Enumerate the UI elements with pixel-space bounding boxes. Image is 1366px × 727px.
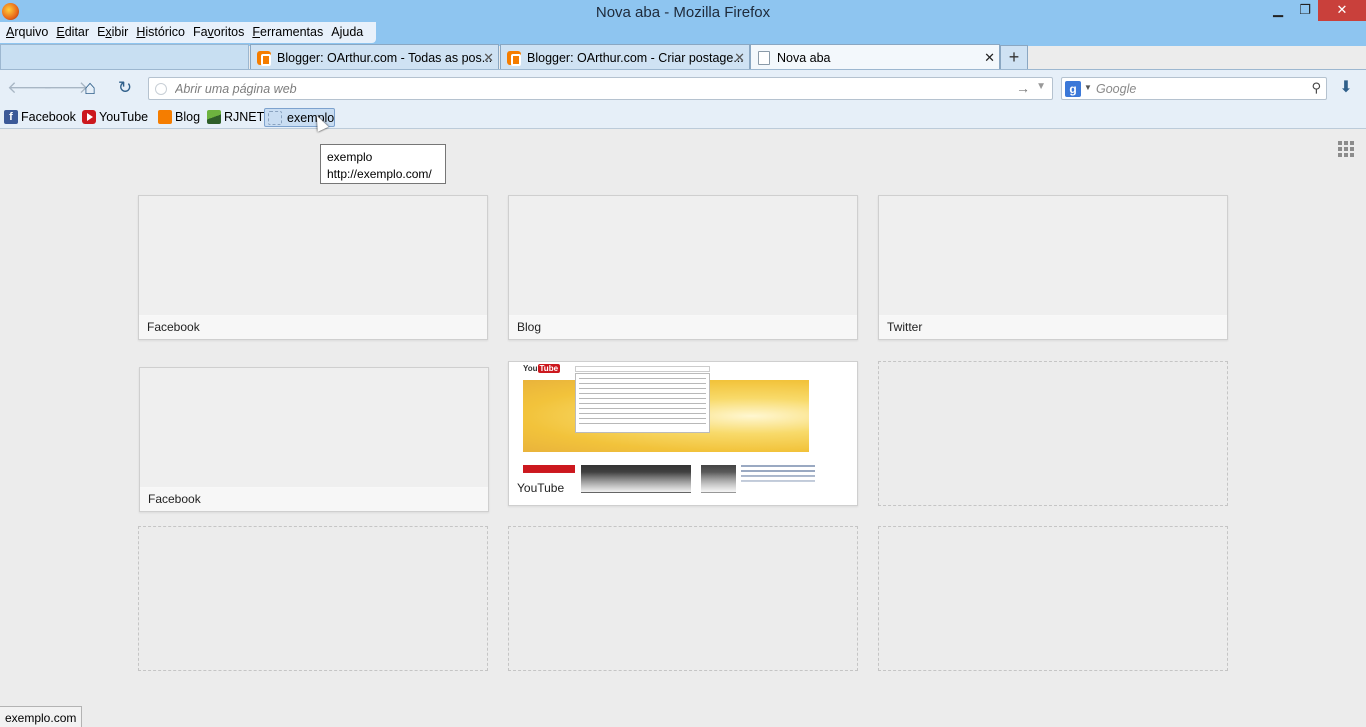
rjnet-icon <box>207 110 221 124</box>
tooltip-title: exemplo <box>327 150 373 164</box>
site-thumbnail <box>509 196 857 316</box>
url-input[interactable] <box>175 81 1005 97</box>
menu-arquivo[interactable]: Arquivo <box>2 22 52 43</box>
blogger-icon <box>257 51 271 66</box>
bookmarks-toolbar: f Facebook YouTube Blog RJNET exemplo <box>0 105 1366 129</box>
site-title: Blog <box>509 315 857 339</box>
search-icon[interactable]: ⚲ <box>1311 80 1321 96</box>
tab-label: Blogger: OArthur.com - Criar postage... <box>527 51 744 65</box>
close-icon[interactable]: ✕ <box>984 50 995 66</box>
tab-label: Blogger: OArthur.com - Todas as pos... <box>277 51 493 65</box>
empty-site-slot[interactable] <box>878 526 1228 671</box>
tab-blogger-posts[interactable]: Blogger: OArthur.com - Todas as pos... ✕ <box>250 44 499 70</box>
facebook-icon: f <box>4 110 18 124</box>
site-identity-icon[interactable] <box>155 83 167 95</box>
close-icon[interactable]: ✕ <box>734 50 745 66</box>
blogger-icon <box>158 110 172 124</box>
youtube-logo-icon: You Tube <box>523 364 561 373</box>
navigation-toolbar: 🡐 🡒 ⌂ ↻ → ▼ g ▼ ⚲ ⬇ <box>0 69 1366 105</box>
site-tile[interactable]: Twitter <box>878 195 1228 340</box>
new-tab-button[interactable]: + <box>1000 45 1028 69</box>
youtube-search-field-icon <box>575 366 710 372</box>
bookmark-tooltip: exemplo http://exemplo.com/ <box>320 144 446 184</box>
site-tile[interactable]: Facebook <box>139 367 489 512</box>
google-engine-icon[interactable]: g <box>1065 81 1081 97</box>
tab-blogger-new-post[interactable]: Blogger: OArthur.com - Criar postage... … <box>500 44 750 70</box>
menu-historico[interactable]: Histórico <box>132 22 189 43</box>
site-title: Facebook <box>139 315 487 339</box>
reload-button[interactable]: ↻ <box>114 77 136 99</box>
tab-strip-spacer <box>0 44 249 69</box>
search-bar[interactable]: g ▼ ⚲ <box>1061 77 1327 100</box>
back-button[interactable]: 🡐 <box>7 77 53 99</box>
site-tile[interactable]: You Tube YouTube <box>508 361 858 506</box>
site-tile[interactable]: Blog <box>508 195 858 340</box>
menu-ajuda[interactable]: Ajuda <box>327 22 367 43</box>
tooltip-url: http://exemplo.com/ <box>327 167 432 181</box>
youtube-suggestions-icon <box>575 373 710 433</box>
youtube-icon <box>82 110 96 124</box>
site-title: Facebook <box>140 487 488 511</box>
blank-page-icon <box>268 111 282 125</box>
search-input[interactable] <box>1096 81 1296 97</box>
site-title: Twitter <box>879 315 1227 339</box>
url-history-dropdown-icon[interactable]: ▼ <box>1036 81 1046 92</box>
bookmark-rjnet[interactable]: RJNET <box>204 108 267 127</box>
tab-label: Nova aba <box>777 51 831 65</box>
site-thumbnail <box>139 196 487 316</box>
site-thumbnail <box>140 368 488 488</box>
downloads-button[interactable]: ⬇ <box>1336 77 1356 99</box>
window-title: Nova aba - Mozilla Firefox <box>595 4 771 21</box>
empty-site-slot[interactable] <box>138 526 488 671</box>
site-title: YouTube <box>517 481 565 495</box>
forward-button[interactable]: 🡒 <box>43 77 89 99</box>
close-window-button[interactable]: ✕ <box>1318 0 1366 21</box>
menu-exibir[interactable]: Exibir <box>93 22 132 43</box>
site-tile[interactable]: Facebook <box>138 195 488 340</box>
home-button[interactable]: ⌂ <box>79 77 101 99</box>
status-bar: exemplo.com <box>0 706 83 727</box>
minimize-button[interactable]: ▁ <box>1264 0 1292 21</box>
menu-editar[interactable]: Editar <box>52 22 93 43</box>
site-thumbnail <box>879 196 1227 316</box>
empty-site-slot[interactable] <box>878 361 1228 506</box>
close-icon[interactable]: ✕ <box>483 50 494 66</box>
blogger-icon <box>507 51 521 66</box>
engine-dropdown-icon[interactable]: ▼ <box>1084 83 1092 92</box>
bookmark-blog[interactable]: Blog <box>155 108 203 127</box>
restore-button[interactable]: ❐ <box>1292 0 1318 21</box>
grid-toggle-icon[interactable] <box>1338 141 1354 157</box>
bookmark-youtube[interactable]: YouTube <box>79 108 151 127</box>
tab-new-tab[interactable]: Nova aba ✕ <box>750 44 1000 70</box>
menu-favoritos[interactable]: Favoritos <box>189 22 248 43</box>
empty-site-slot[interactable] <box>508 526 858 671</box>
menu-bar: Arquivo Editar Exibir Histórico Favorito… <box>0 22 376 43</box>
url-bar[interactable]: → ▼ <box>148 77 1053 100</box>
blank-page-icon <box>758 51 770 65</box>
menu-ferramentas[interactable]: Ferramentas <box>248 22 327 43</box>
bookmark-facebook[interactable]: f Facebook <box>1 108 79 127</box>
go-arrow-icon[interactable]: → <box>1016 80 1030 96</box>
